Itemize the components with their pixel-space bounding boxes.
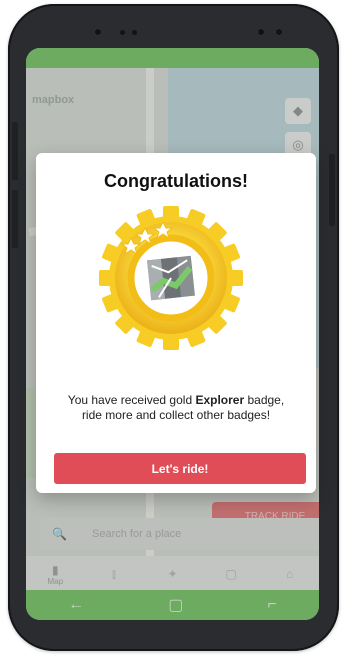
explorer-badge-icon	[99, 206, 243, 350]
dialog-title: Congratulations!	[104, 171, 248, 191]
sensor	[120, 30, 125, 35]
power-button	[329, 154, 335, 226]
lets-ride-button[interactable]: Let's ride!	[54, 453, 306, 484]
top-bezel	[8, 4, 339, 48]
badge-dialog: Congratulations! You have received gold …	[36, 153, 316, 493]
volume-down-button	[12, 190, 18, 248]
iris-scanner	[256, 27, 266, 37]
volume-up-button	[12, 122, 18, 180]
front-camera	[93, 27, 103, 37]
badge-name: Explorer	[195, 393, 245, 407]
dialog-message-prefix: You have received gold	[67, 393, 196, 407]
iris-scanner	[274, 27, 284, 37]
sensor	[132, 30, 137, 35]
dialog-message: You have received gold Explorer badge, r…	[58, 393, 294, 423]
